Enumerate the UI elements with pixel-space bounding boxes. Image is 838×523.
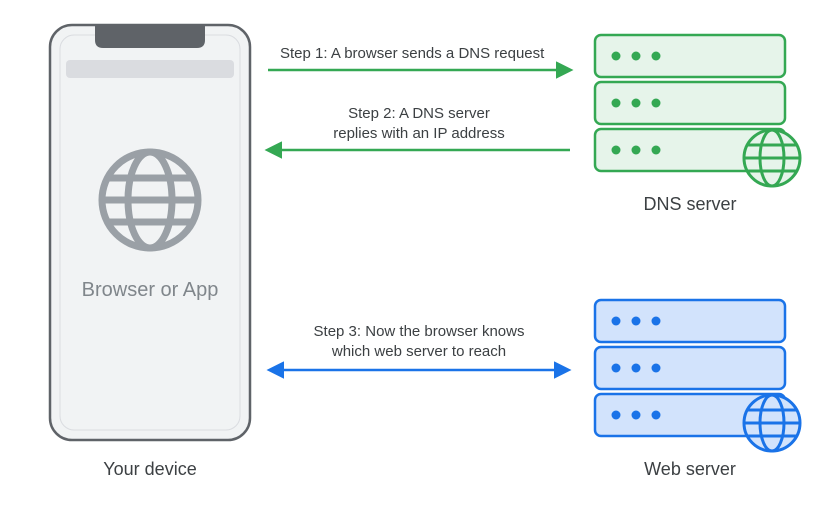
step2-text-line2: replies with an IP address — [333, 125, 504, 142]
dns-server-label: DNS server — [643, 194, 736, 214]
diagram-canvas: Browser or App Your device Step 1: A bro… — [0, 0, 838, 523]
step1-text: Step 1: A browser sends a DNS request — [280, 45, 545, 62]
browser-app-label: Browser or App — [82, 279, 219, 301]
step3-text-line2: which web server to reach — [331, 343, 506, 360]
globe-icon — [744, 130, 800, 186]
dns-server — [595, 35, 800, 186]
step3-text-line1: Step 3: Now the browser knows — [314, 323, 525, 340]
globe-icon — [744, 395, 800, 451]
step2-arrow: Step 2: A DNS server replies with an IP … — [268, 105, 570, 150]
address-bar — [66, 60, 234, 78]
step1-arrow: Step 1: A browser sends a DNS request — [268, 45, 570, 70]
device-label: Your device — [103, 459, 196, 479]
web-server — [595, 300, 800, 451]
step3-arrow: Step 3: Now the browser knows which web … — [270, 323, 568, 370]
web-server-label: Web server — [644, 459, 736, 479]
device-phone: Browser or App — [50, 25, 250, 440]
step2-text-line1: Step 2: A DNS server — [348, 105, 490, 122]
